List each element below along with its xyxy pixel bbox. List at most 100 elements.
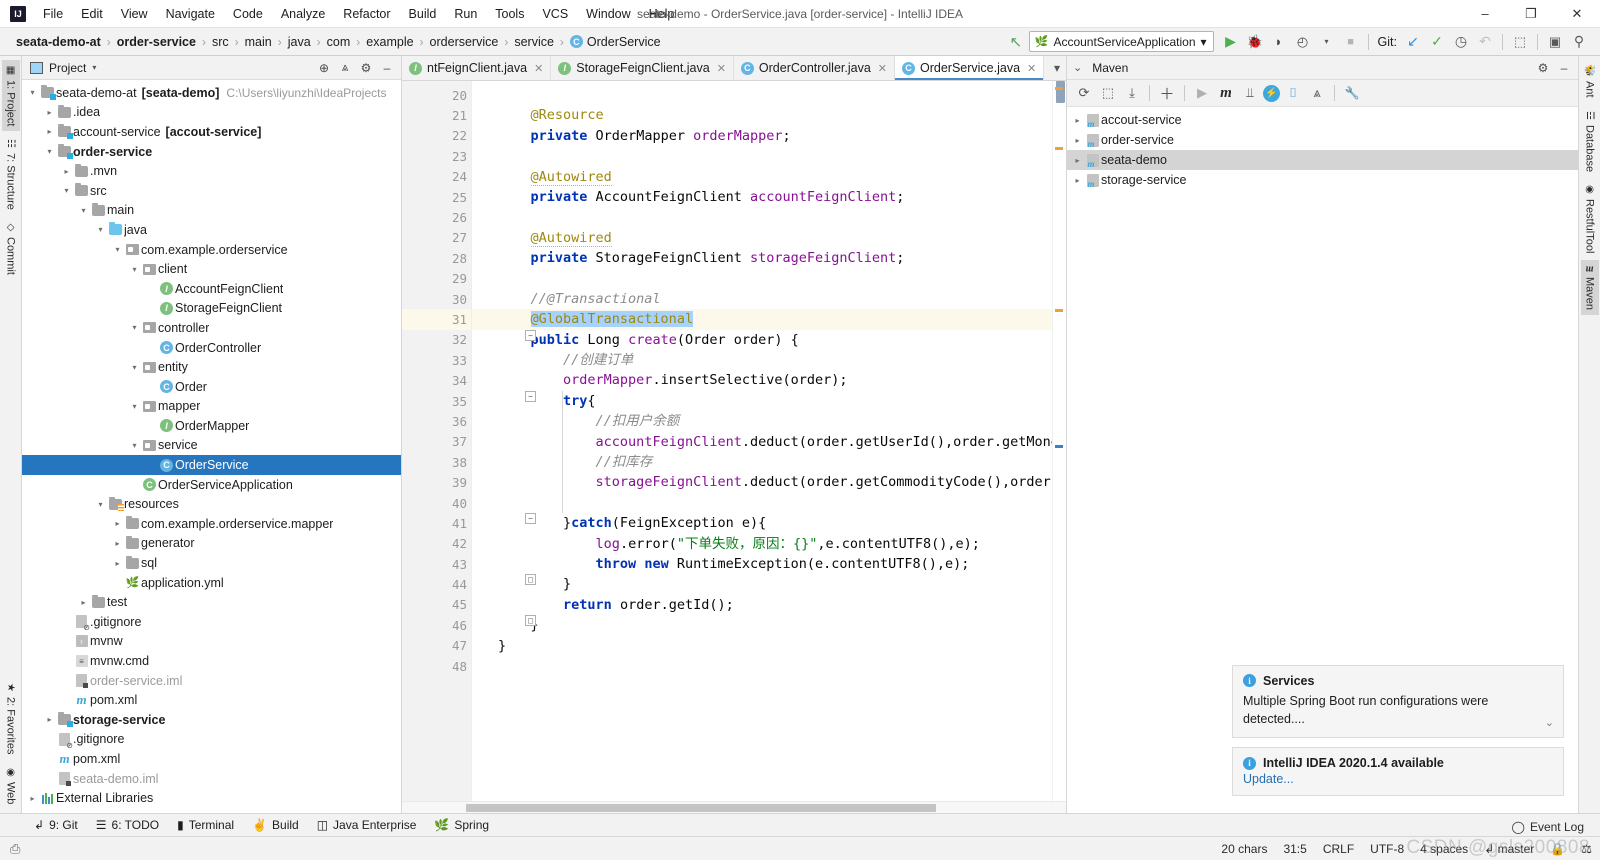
menu-code[interactable]: Code: [224, 3, 272, 25]
tree-node-idea[interactable]: ▸ .idea: [22, 103, 401, 123]
tree-node-mvn[interactable]: ▸ .mvn: [22, 161, 401, 181]
gutter-line-48[interactable]: 48: [402, 656, 471, 676]
toggle-offline-icon[interactable]: ⚡: [1263, 84, 1280, 102]
notification-services[interactable]: i Services Multiple Spring Boot run conf…: [1232, 664, 1564, 738]
hide-panel-icon[interactable]: –: [377, 58, 397, 78]
editor-gutter[interactable]: 20 21 22 23 24⦿25⦿ 26 27 28⦿ 29 30 31💡 32 33 34 35 36 37…: [402, 81, 489, 801]
code-line-41[interactable]: − }catch(FeignException e){: [472, 513, 1052, 533]
editor-marker[interactable]: [1055, 87, 1063, 90]
code-line-30[interactable]: //@Transactional: [472, 289, 1052, 309]
debug-icon[interactable]: 🐞: [1244, 31, 1266, 53]
chevron-right-icon[interactable]: ▸: [60, 167, 73, 176]
tree-node-mapper[interactable]: ▾ mapper: [22, 397, 401, 417]
editor-scrollbar-thumb[interactable]: [1056, 81, 1065, 103]
settings-gear-icon[interactable]: ⚙: [356, 58, 376, 78]
tab-accountfeignclient[interactable]: I ntFeignClient.java ✕: [402, 56, 552, 80]
chevron-down-icon[interactable]: ▾: [94, 500, 107, 509]
tree-node-pom-xml[interactable]: m pom.xml: [22, 690, 401, 710]
indent-setting[interactable]: 4 spaces: [1420, 842, 1468, 856]
toolwindow-git[interactable]: ↲ 9: Git: [26, 815, 86, 835]
close-icon[interactable]: ✕: [717, 62, 726, 75]
breadcrumb-com[interactable]: com: [323, 33, 355, 51]
collapse-all-icon[interactable]: ⩓: [335, 58, 355, 78]
toolwindow-java-enterprise[interactable]: ◫ Java Enterprise: [309, 815, 425, 835]
sidebar-item-commit[interactable]: ◇ Commit: [2, 217, 20, 280]
code-line-37[interactable]: accountFeignClient.deduct(order.getUserI…: [472, 432, 1052, 452]
tree-node-seata-demo-iml[interactable]: seata-demo.iml: [22, 769, 401, 789]
gutter-line-34[interactable]: 34: [402, 370, 471, 390]
gutter-line-24[interactable]: 24⦿: [402, 167, 486, 187]
code-line-47[interactable]: }: [472, 636, 1052, 656]
tree-node-storagefeignclient[interactable]: I StorageFeignClient: [22, 299, 401, 319]
chevron-right-icon[interactable]: ▸: [43, 127, 56, 136]
sidebar-item-ant[interactable]: 🐝 Ant: [1581, 60, 1599, 103]
chevron-down-icon[interactable]: ▾: [128, 441, 141, 450]
maven-node-seata-demo[interactable]: ▸ seata-demo: [1067, 150, 1578, 170]
breadcrumb-orderservice[interactable]: orderservice: [426, 33, 503, 51]
file-encoding[interactable]: UTF-8: [1370, 842, 1404, 856]
tab-orderservice[interactable]: C OrderService.java ✕: [895, 56, 1045, 80]
chevron-right-icon[interactable]: ▸: [1071, 156, 1084, 165]
git-commit-icon[interactable]: ✓: [1426, 31, 1448, 53]
tree-node-pom-xml[interactable]: m pom.xml: [22, 749, 401, 769]
gutter-line-37[interactable]: 37: [402, 432, 471, 452]
close-icon[interactable]: ✕: [1027, 62, 1036, 75]
tree-node-order[interactable]: C Order: [22, 377, 401, 397]
breadcrumb-example[interactable]: example: [362, 33, 417, 51]
breadcrumb-java[interactable]: java: [284, 33, 315, 51]
editor-marker[interactable]: [1055, 147, 1063, 150]
execute-maven-goal-icon[interactable]: m: [1215, 82, 1237, 104]
tree-node-java[interactable]: ▾ java: [22, 220, 401, 240]
code-line-39[interactable]: storageFeignClient.deduct(order.getCommo…: [472, 472, 1052, 492]
profiler-dropdown-icon[interactable]: ▾: [1316, 31, 1338, 53]
editor-marker[interactable]: [1055, 445, 1063, 448]
menu-build[interactable]: Build: [400, 3, 446, 25]
chevron-right-icon[interactable]: ▸: [26, 794, 39, 803]
close-button[interactable]: ✕: [1554, 0, 1600, 28]
gutter-line-45[interactable]: 45: [402, 595, 471, 615]
gutter-line-33[interactable]: 33: [402, 350, 471, 370]
notification-update[interactable]: i IntelliJ IDEA 2020.1.4 available Updat…: [1232, 747, 1564, 796]
tree-node-seata-demo-at[interactable]: ▾ seata-demo-at [seata-demo] C:\Users\liyun…: [22, 83, 401, 103]
tree-node-com-example-orderservice[interactable]: ▾ com.example.orderservice: [22, 240, 401, 260]
menu-edit[interactable]: Edit: [72, 3, 112, 25]
search-everywhere-icon[interactable]: ⚲: [1568, 31, 1590, 53]
code-line-25[interactable]: private AccountFeignClient accountFeignC…: [472, 187, 1052, 207]
tree-node-ordermapper[interactable]: I OrderMapper: [22, 416, 401, 436]
add-maven-project-icon[interactable]: ⬚: [1097, 82, 1119, 104]
code-editor[interactable]: 20 21 22 23 24⦿25⦿ 26 27 28⦿ 29 30 31💡 32 33 34 35 36 37…: [402, 81, 1066, 801]
breadcrumb-service[interactable]: service: [510, 33, 558, 51]
chevron-down-icon[interactable]: ▾: [26, 88, 39, 97]
tree-node-resources[interactable]: ▾ resources: [22, 494, 401, 514]
chevron-right-icon[interactable]: ▸: [1071, 176, 1084, 185]
editor-code[interactable]: @Resource private OrderMapper orderMappe…: [472, 81, 1052, 801]
tree-node-order-service-iml[interactable]: order-service.iml: [22, 671, 401, 691]
chevron-right-icon[interactable]: ▸: [43, 108, 56, 117]
tab-ordercontroller[interactable]: C OrderController.java ✕: [734, 56, 895, 80]
tree-node-sql[interactable]: ▸ sql: [22, 553, 401, 573]
memory-indicator-icon[interactable]: ⎙: [10, 841, 20, 857]
tree-node-controller[interactable]: ▾ controller: [22, 318, 401, 338]
chevron-down-icon[interactable]: ▾: [60, 186, 73, 195]
tree-node-ordercontroller[interactable]: C OrderController: [22, 338, 401, 358]
chevron-right-icon[interactable]: ▸: [111, 519, 124, 528]
menu-navigate[interactable]: Navigate: [157, 3, 224, 25]
tree-node-orderserviceapplication[interactable]: C OrderServiceApplication: [22, 475, 401, 495]
code-line-40[interactable]: [472, 493, 1052, 513]
update-link[interactable]: Update...: [1243, 772, 1294, 786]
settings-gear-icon[interactable]: ⚙: [1533, 58, 1553, 78]
gutter-line-40[interactable]: 40: [402, 493, 471, 513]
terminal-icon[interactable]: ▣: [1544, 31, 1566, 53]
chevron-down-icon[interactable]: ▾: [128, 402, 141, 411]
sidebar-item-maven[interactable]: m Maven: [1580, 260, 1599, 316]
tree-node-accountfeignclient[interactable]: I AccountFeignClient: [22, 279, 401, 299]
menu-run[interactable]: Run: [445, 3, 486, 25]
event-log-widget[interactable]: ◯ Event Log: [1512, 820, 1584, 834]
editor-horizontal-scrollbar[interactable]: [402, 801, 1066, 813]
tree-node-mvnw-cmd[interactable]: ≡ mvnw.cmd: [22, 651, 401, 671]
chevron-down-icon[interactable]: ▾: [94, 225, 107, 234]
profiler-icon[interactable]: ◴: [1292, 31, 1314, 53]
menu-tools[interactable]: Tools: [486, 3, 533, 25]
chevron-down-icon[interactable]: ▾: [128, 265, 141, 274]
menu-vcs[interactable]: VCS: [533, 3, 577, 25]
